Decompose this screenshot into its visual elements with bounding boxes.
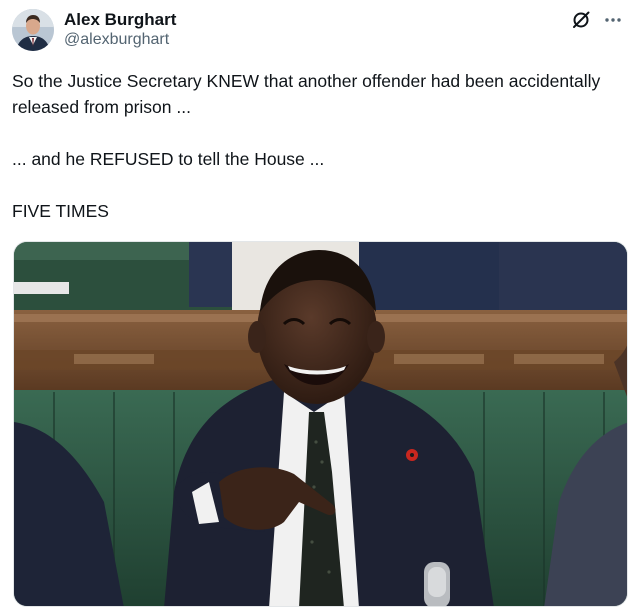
author-display-name[interactable]: Alex Burghart — [64, 10, 176, 30]
photo-commons-speaker — [14, 242, 627, 606]
user-avatar-icon — [12, 9, 54, 51]
tweet-paragraph: ... and he REFUSED to tell the House ... — [12, 149, 325, 169]
tweet-card: Alex Burghart @alexburghart So the Justi… — [0, 0, 634, 615]
tweet-paragraph: FIVE TIMES — [12, 201, 109, 221]
more-options-icon[interactable] — [602, 9, 624, 31]
tweet-paragraph: So the Justice Secretary KNEW that anoth… — [12, 71, 601, 117]
grok-icon[interactable] — [570, 9, 592, 31]
author-avatar[interactable] — [12, 9, 54, 51]
author-info: Alex Burghart @alexburghart — [64, 10, 176, 50]
tweet-actions-top — [570, 9, 624, 31]
author-handle[interactable]: @alexburghart — [64, 30, 176, 50]
tweet-text: So the Justice Secretary KNEW that anoth… — [12, 68, 612, 250]
tweet-media-photo[interactable] — [13, 241, 628, 607]
